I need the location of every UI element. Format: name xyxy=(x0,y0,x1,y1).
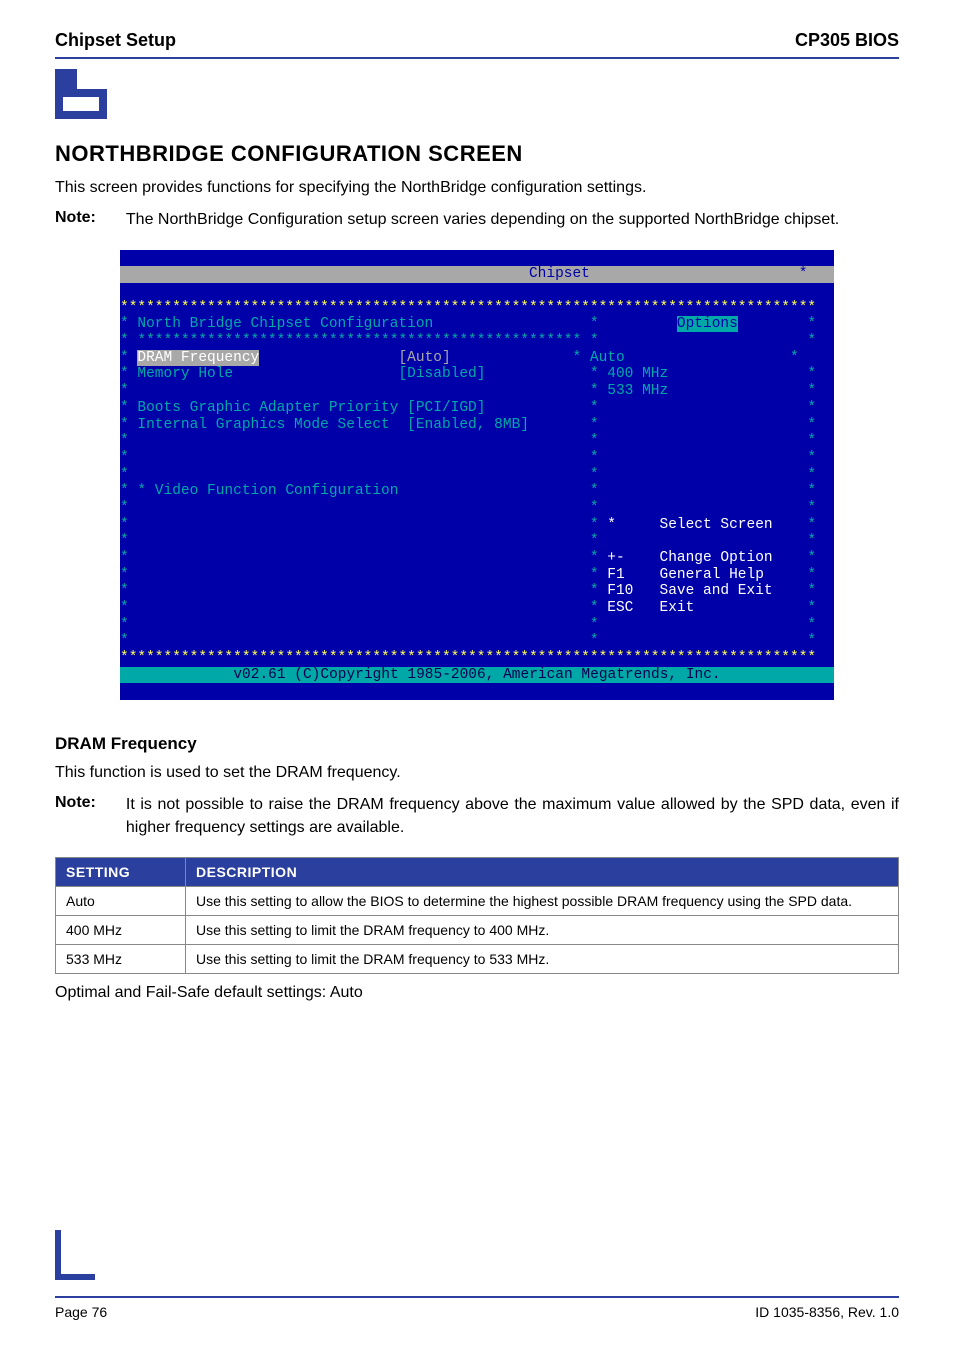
dram-note-label: Note: xyxy=(55,794,96,839)
footer-right: ID 1035-8356, Rev. 1.0 xyxy=(755,1304,899,1320)
bios-row-vfc[interactable]: * * Video Function Configuration * * xyxy=(120,483,816,499)
table-row: Auto Use this setting to allow the BIOS … xyxy=(56,887,899,916)
bios-sav-pre: * * xyxy=(120,583,607,599)
bios-help-text: General Help xyxy=(625,567,808,583)
cell-desc: Use this setting to allow the BIOS to de… xyxy=(186,887,899,916)
bios-row-blank2: * * * xyxy=(120,433,816,449)
bios-row-blank7: * * * xyxy=(120,617,816,633)
bios-row-igms[interactable]: * Internal Graphics Mode Select [Enabled… xyxy=(120,417,816,433)
header-right: CP305 BIOS xyxy=(795,30,899,51)
bios-exit-key: ESC xyxy=(607,600,633,616)
bios-row-blank3: * * * xyxy=(120,450,816,466)
bios-dram-pre: * xyxy=(120,350,137,366)
bios-select-text: Select Screen xyxy=(616,517,807,533)
dram-heading: DRAM Frequency xyxy=(55,734,899,754)
cell-desc: Use this setting to limit the DRAM frequ… xyxy=(186,945,899,974)
footer-rule xyxy=(55,1296,899,1298)
dram-note-text: It is not possible to raise the DRAM fre… xyxy=(126,794,899,839)
bios-sel-pre: * * xyxy=(120,517,607,533)
table-row: 533 MHz Use this setting to limit the DR… xyxy=(56,945,899,974)
note-text: The NorthBridge Configuration setup scre… xyxy=(126,209,839,231)
header-left: Chipset Setup xyxy=(55,30,176,51)
bios-row-blank1: * * 533 MHz * xyxy=(120,383,816,399)
footer-left: Page 76 xyxy=(55,1304,107,1320)
cell-desc: Use this setting to limit the DRAM frequ… xyxy=(186,916,899,945)
bios-dram-rest: * Auto * xyxy=(451,350,799,366)
cell-setting: 533 MHz xyxy=(56,945,186,974)
th-description: DESCRIPTION xyxy=(186,858,899,887)
bios-dram-value[interactable]: [Auto] xyxy=(398,350,450,366)
bios-row-blank6: * * * xyxy=(120,533,816,549)
bios-main-header: * North Bridge Chipset Configuration * xyxy=(120,316,677,332)
bios-hlp-pre: * * xyxy=(120,567,607,583)
bios-exit-text: Exit xyxy=(633,600,807,616)
th-setting: SETTING xyxy=(56,858,186,887)
bios-title: Chipset xyxy=(529,266,590,282)
cell-setting: Auto xyxy=(56,887,186,916)
dram-defaults: Optimal and Fail-Safe default settings: … xyxy=(55,982,899,1004)
bios-row-blank5: * * * xyxy=(120,500,816,516)
bios-options-header: Options xyxy=(677,316,738,332)
bios-change-key: +- xyxy=(607,550,624,566)
bios-esc-pre: * * xyxy=(120,600,607,616)
bios-dram-sp xyxy=(259,350,398,366)
bios-row-bgap[interactable]: * Boots Graphic Adapter Priority [PCI/IG… xyxy=(120,400,816,416)
bios-select-key: * xyxy=(607,517,616,533)
section-title: NORTHBRIDGE CONFIGURATION SCREEN xyxy=(55,141,899,167)
bios-border-top: ****************************************… xyxy=(120,300,816,316)
bios-row-blank8: * * * xyxy=(120,633,816,649)
bios-help-key: F1 xyxy=(607,567,624,583)
bios-substars: * **************************************… xyxy=(120,333,816,349)
bios-row-memhole[interactable]: * Memory Hole [Disabled] * 400 MHz * xyxy=(120,366,816,382)
bios-border-bottom: ****************************************… xyxy=(120,650,816,666)
bios-copyright: v02.61 (C)Copyright 1985-2006, American … xyxy=(120,667,834,684)
header-rule xyxy=(55,57,899,59)
bios-save-key: F10 xyxy=(607,583,633,599)
bios-change-text: Change Option xyxy=(625,550,808,566)
brand-logo xyxy=(55,69,899,119)
dram-setting-table: SETTING DESCRIPTION Auto Use this settin… xyxy=(55,857,899,974)
cell-setting: 400 MHz xyxy=(56,916,186,945)
footer-logo xyxy=(55,1230,105,1280)
bios-save-text: Save and Exit xyxy=(633,583,807,599)
section-intro: This screen provides functions for speci… xyxy=(55,177,899,199)
table-row: 400 MHz Use this setting to limit the DR… xyxy=(56,916,899,945)
bios-title-pad xyxy=(120,266,529,282)
bios-chg-pre: * * xyxy=(120,550,607,566)
bios-screenshot: Chipset * ******************************… xyxy=(120,250,834,700)
dram-intro: This function is used to set the DRAM fr… xyxy=(55,762,899,784)
bios-dram-label[interactable]: DRAM Frequency xyxy=(137,350,259,366)
bios-row-blank4: * * * xyxy=(120,467,816,483)
bios-sel-end: * xyxy=(807,517,816,533)
note-label: Note: xyxy=(55,209,96,231)
